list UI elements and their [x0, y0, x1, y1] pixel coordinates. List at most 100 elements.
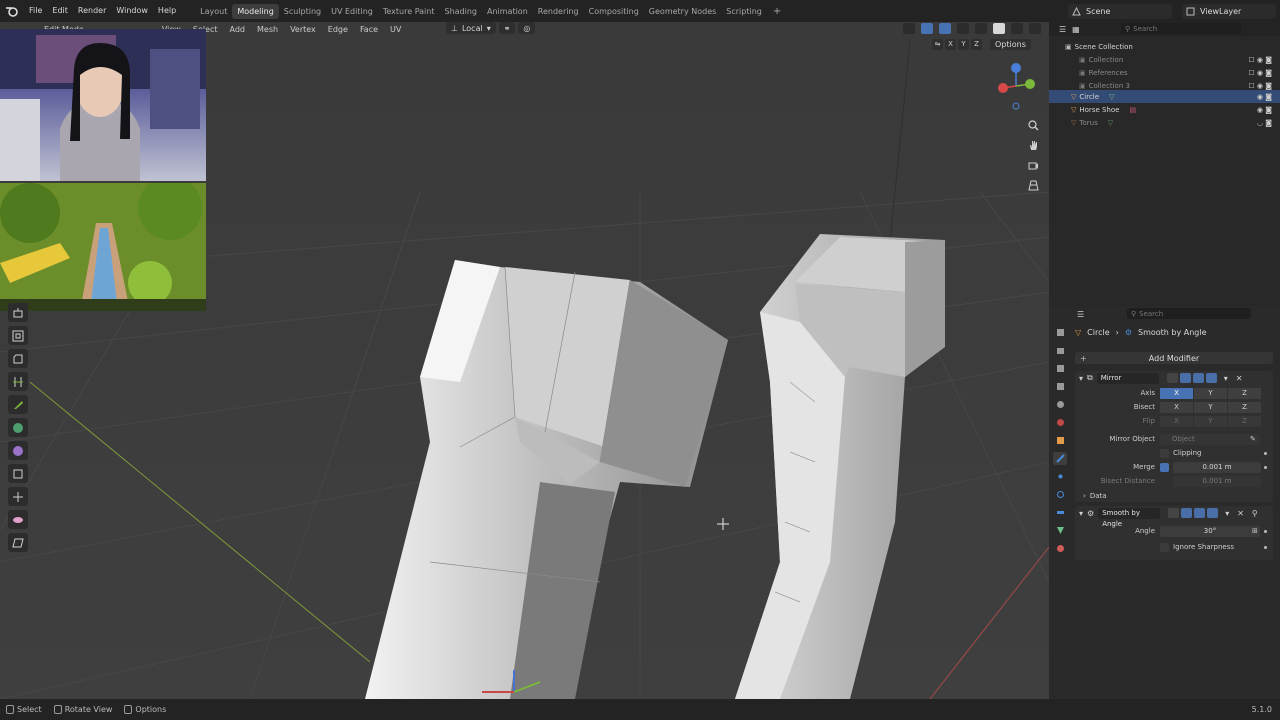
tab-texture-paint[interactable]: Texture Paint [378, 4, 440, 19]
edit-cage-icon[interactable] [1168, 508, 1180, 518]
modifier-tab-icon[interactable] [1053, 452, 1067, 465]
collapse-chevron-icon[interactable]: ▾ [1079, 374, 1083, 383]
outliner-search-field[interactable]: ⚲ Search [1121, 23, 1241, 34]
transform-orientation-dropdown[interactable]: ⊥ Local ▾ [446, 22, 496, 34]
merge-checkbox[interactable] [1160, 462, 1169, 472]
flip-axis-y[interactable]: Y [1194, 415, 1227, 427]
inset-tool-icon[interactable] [8, 326, 28, 345]
outliner-row-toggles[interactable]: ☐ ◉ ◙ [1248, 56, 1272, 64]
shading-material-icon[interactable] [1011, 23, 1023, 34]
chevron-down-icon[interactable]: ▾ [1225, 509, 1229, 518]
tab-geometry-nodes[interactable]: Geometry Nodes [644, 4, 721, 19]
flip-axis-z[interactable]: Z [1228, 415, 1261, 427]
tab-animation[interactable]: Animation [482, 4, 533, 19]
output-tab-icon[interactable] [1053, 362, 1067, 375]
viewport-menu-add[interactable]: Add [224, 25, 252, 34]
render-tab-icon[interactable] [1053, 344, 1067, 357]
tab-modeling[interactable]: Modeling [232, 3, 279, 19]
mirror-modifier-name[interactable]: Mirror [1096, 372, 1159, 384]
outliner-row-toggles[interactable]: ☐ ◉ ◙ [1248, 82, 1272, 90]
xray-toggle-icon[interactable] [957, 23, 969, 34]
node-socket-icon[interactable]: ⊞ [1252, 527, 1258, 535]
properties-editor-type-icon[interactable]: ☰ [1077, 310, 1084, 319]
close-icon[interactable]: ✕ [1236, 374, 1243, 383]
decorator-dot-icon[interactable] [1264, 529, 1267, 533]
outliner-row-torus[interactable]: ▽ Torus ▽ ◡ ◙ [1049, 116, 1280, 129]
material-tab-icon[interactable] [1053, 542, 1067, 555]
outliner-row-references[interactable]: ▣ References ☐ ◉ ◙ [1049, 66, 1280, 79]
constraints-tab-icon[interactable] [1053, 506, 1067, 519]
menu-window[interactable]: Window [111, 0, 153, 22]
perspective-toggle-icon[interactable] [1024, 178, 1042, 192]
knife-tool-icon[interactable] [8, 395, 28, 414]
bisect-distance-field[interactable]: 0.001 m [1173, 475, 1261, 487]
tab-sculpting[interactable]: Sculpting [279, 4, 326, 19]
mirror-axis-y[interactable]: Y [1194, 387, 1227, 399]
poly-build-tool-icon[interactable] [8, 418, 28, 437]
blender-logo-icon[interactable] [4, 4, 20, 18]
spin-tool-icon[interactable] [8, 441, 28, 460]
menu-render[interactable]: Render [73, 0, 111, 22]
shear-tool-icon[interactable] [8, 533, 28, 552]
menu-help[interactable]: Help [153, 0, 181, 22]
mirror-axis-x[interactable]: X [1160, 387, 1193, 399]
data-tab-icon[interactable] [1053, 524, 1067, 537]
tab-rendering[interactable]: Rendering [533, 4, 584, 19]
edge-slide-tool-icon[interactable] [8, 487, 28, 506]
outliner-row-circle[interactable]: ▽ Circle ▽ ◉ ◙ [1049, 90, 1280, 103]
mirror-z-toggle[interactable]: Z [971, 39, 982, 50]
render-icon[interactable] [1207, 508, 1219, 518]
data-subpanel-row[interactable]: › Data [1075, 490, 1273, 502]
bevel-tool-icon[interactable] [8, 349, 28, 368]
outliner-row-horse-shoe[interactable]: ▽ Horse Shoe ▤ ◉ ◙ [1049, 103, 1280, 116]
smooth-tool-icon[interactable] [8, 464, 28, 483]
add-workspace-button[interactable]: + [767, 6, 787, 17]
decorator-dot-icon[interactable] [1264, 451, 1267, 455]
viewport-menu-vertex[interactable]: Vertex [284, 25, 322, 34]
tab-shading[interactable]: Shading [439, 4, 482, 19]
camera-view-icon[interactable] [1024, 158, 1042, 172]
close-icon[interactable]: ✕ [1237, 509, 1244, 518]
tab-layout[interactable]: Layout [195, 4, 232, 19]
physics-tab-icon[interactable] [1053, 488, 1067, 501]
loop-cut-tool-icon[interactable] [8, 372, 28, 391]
outliner-row-toggles[interactable]: ◉ ◙ [1257, 106, 1272, 114]
snap-toggle[interactable]: ⚭ [498, 22, 516, 34]
proportional-editing-toggle[interactable]: ◎ [518, 22, 536, 34]
scene-tab-icon[interactable] [1053, 398, 1067, 411]
scene-selector[interactable]: Scene [1068, 4, 1172, 19]
menu-file[interactable]: File [24, 0, 47, 22]
pan-hand-icon[interactable] [1024, 138, 1042, 152]
outliner-display-mode-icon[interactable]: ▦ [1072, 25, 1080, 34]
realtime-icon[interactable] [1192, 373, 1204, 383]
merge-distance-field[interactable]: 0.001 m [1173, 461, 1261, 473]
gizmo-toggle-icon[interactable] [921, 23, 933, 34]
angle-field[interactable]: 30° [1160, 525, 1260, 537]
render-icon[interactable] [1205, 373, 1217, 383]
tab-scripting[interactable]: Scripting [721, 4, 767, 19]
decorator-dot-icon[interactable] [1264, 545, 1267, 549]
zoom-icon[interactable] [1024, 118, 1042, 132]
mirror-object-field[interactable]: Object [1160, 433, 1260, 445]
mirror-y-toggle[interactable]: Y [958, 39, 969, 50]
viewport-options-button[interactable]: Options [990, 39, 1031, 50]
edit-mode-icon[interactable] [1181, 508, 1193, 518]
shading-solid-icon[interactable] [993, 23, 1005, 34]
pin-icon[interactable]: ⚲ [1252, 509, 1258, 518]
chevron-down-icon[interactable]: ▾ [1224, 374, 1228, 383]
overlay-toggle-icon[interactable] [939, 23, 951, 34]
tab-compositing[interactable]: Compositing [584, 4, 644, 19]
outliner-row-collection[interactable]: ▣ Collection ☐ ◉ ◙ [1049, 53, 1280, 66]
outliner-row-toggles[interactable]: ◉ ◙ [1257, 93, 1272, 101]
viewport-menu-uv[interactable]: UV [384, 25, 407, 34]
ignore-sharpness-checkbox[interactable] [1160, 542, 1169, 552]
realtime-icon[interactable] [1194, 508, 1206, 518]
mirror-x-toggle[interactable]: X [945, 39, 956, 50]
collapse-chevron-icon[interactable]: ▾ [1079, 509, 1083, 518]
outliner-editor-type-icon[interactable]: ☰ [1059, 25, 1066, 34]
visibility-icon[interactable] [903, 23, 915, 34]
viewport-menu-face[interactable]: Face [354, 25, 384, 34]
viewport-menu-edge[interactable]: Edge [322, 25, 354, 34]
properties-search-field[interactable]: ⚲ Search [1127, 308, 1251, 319]
menu-edit[interactable]: Edit [47, 0, 73, 22]
